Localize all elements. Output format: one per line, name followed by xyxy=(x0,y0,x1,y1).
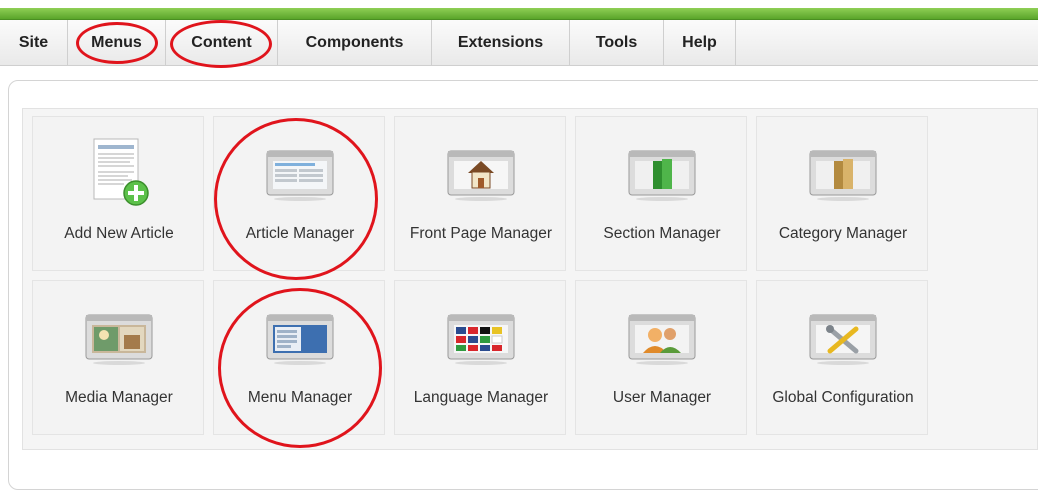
tile-user-manager[interactable]: User Manager xyxy=(575,280,747,435)
tile-user-manager-label: User Manager xyxy=(612,389,712,406)
tile-language-manager-label: Language Manager xyxy=(413,389,549,406)
tile-front-page-manager[interactable]: Front Page Manager xyxy=(394,116,566,271)
users-icon xyxy=(628,314,696,365)
tile-section-manager-label: Section Manager xyxy=(603,225,721,242)
main-menubar: Site Menus Content Components Extensions… xyxy=(0,20,1038,66)
tile-media-manager-label: Media Manager xyxy=(65,389,173,406)
top-accent-bar xyxy=(0,8,1038,20)
article-manager-icon xyxy=(266,150,334,201)
category-icon xyxy=(809,150,877,201)
menu-content[interactable]: Content xyxy=(166,20,278,66)
menu-menus[interactable]: Menus xyxy=(68,20,166,66)
menu-help[interactable]: Help xyxy=(664,20,736,66)
tile-category-manager-label: Category Manager xyxy=(778,225,908,242)
tile-media-manager[interactable]: Media Manager xyxy=(32,280,204,435)
tile-language-manager[interactable]: Language Manager xyxy=(394,280,566,435)
menu-help-label: Help xyxy=(682,34,717,51)
tools-icon xyxy=(809,314,877,365)
tile-article-manager[interactable]: Article Manager xyxy=(213,116,385,271)
menu-extensions[interactable]: Extensions xyxy=(432,20,570,66)
tile-global-configuration-label: Global Configuration xyxy=(772,389,914,406)
tile-article-manager-label: Article Manager xyxy=(245,225,355,242)
menu-site[interactable]: Site xyxy=(0,20,68,66)
menu-menus-label: Menus xyxy=(91,34,142,51)
tile-add-new-article-label: Add New Article xyxy=(64,225,174,242)
menu-site-label: Site xyxy=(18,34,49,51)
menu-icon xyxy=(266,314,334,365)
tile-category-manager[interactable]: Category Manager xyxy=(756,116,928,271)
language-flags-icon xyxy=(447,314,515,365)
add-article-icon xyxy=(93,138,149,206)
media-icon xyxy=(85,314,153,365)
menu-components[interactable]: Components xyxy=(278,20,432,66)
section-icon xyxy=(628,150,696,201)
tile-front-page-manager-label: Front Page Manager xyxy=(409,225,553,242)
tile-menu-manager[interactable]: Menu Manager xyxy=(213,280,385,435)
menu-tools-label: Tools xyxy=(595,34,638,51)
tile-menu-manager-label: Menu Manager xyxy=(247,389,353,406)
menu-tools[interactable]: Tools xyxy=(570,20,664,66)
home-icon xyxy=(447,150,515,201)
menu-extensions-label: Extensions xyxy=(457,34,544,51)
tile-add-new-article[interactable]: Add New Article xyxy=(32,116,204,271)
tile-section-manager[interactable]: Section Manager xyxy=(575,116,747,271)
tile-global-configuration[interactable]: Global Configuration xyxy=(756,280,928,435)
menu-components-label: Components xyxy=(305,34,404,51)
menu-content-label: Content xyxy=(191,34,252,51)
